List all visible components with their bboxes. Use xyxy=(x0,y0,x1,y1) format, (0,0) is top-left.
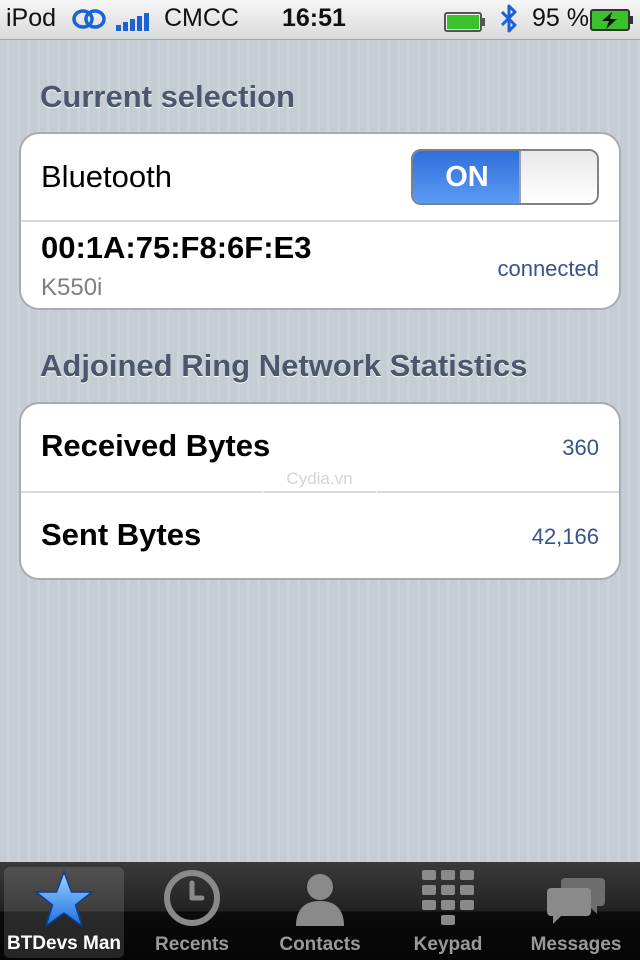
section-header-current-selection: Current selection xyxy=(40,79,295,114)
star-icon xyxy=(32,869,96,934)
tab-messages[interactable]: Messages xyxy=(512,862,640,960)
contact-icon xyxy=(290,868,350,933)
current-selection-group: Bluetooth ON 00:1A:75:F8:6F:E3 K550i con… xyxy=(19,132,621,310)
device-name-label: K550i xyxy=(41,274,103,301)
status-bar: iPod CMCC 16:51 95 % xyxy=(0,0,640,40)
tab-recents[interactable]: Recents xyxy=(128,862,256,960)
toggle-knob[interactable] xyxy=(519,151,597,203)
content-area: Current selection Bluetooth ON 00:1A:75:… xyxy=(0,40,640,862)
toggle-on-label: ON xyxy=(413,151,521,203)
sent-bytes-value: 42,166 xyxy=(531,524,599,549)
clock-time: 16:51 xyxy=(282,4,346,32)
tab-bar: BTDevs Man Recents Contacts Keypad Messa… xyxy=(0,862,640,960)
bluetooth-label: Bluetooth xyxy=(41,159,172,194)
carrier-label: CMCC xyxy=(164,4,239,32)
bluetooth-toggle[interactable]: ON xyxy=(411,149,599,205)
watermark: Cydia.vn xyxy=(262,457,377,501)
messages-icon xyxy=(545,868,607,933)
device-name: iPod xyxy=(6,4,57,32)
clock-icon xyxy=(162,868,222,933)
received-bytes-label: Received Bytes xyxy=(41,428,271,463)
keypad-icon xyxy=(420,868,476,933)
tab-contacts[interactable]: Contacts xyxy=(256,862,384,960)
bluetooth-row: Bluetooth ON xyxy=(21,134,619,220)
device-row[interactable]: 00:1A:75:F8:6F:E3 K550i connected xyxy=(21,220,619,308)
tab-label: Messages xyxy=(530,934,622,955)
bluetooth-icon xyxy=(498,3,520,42)
battery-percent: 95 % xyxy=(532,4,589,32)
connection-status: connected xyxy=(497,256,599,281)
tab-label: BTDevs Man xyxy=(6,933,122,954)
stat-row-sent: Sent Bytes 42,166 xyxy=(21,491,619,578)
section-header-statistics: Adjoined Ring Network Statistics xyxy=(40,348,528,383)
tab-label: Contacts xyxy=(279,934,361,955)
tab-keypad[interactable]: Keypad xyxy=(384,862,512,960)
tab-label: Keypad xyxy=(413,934,483,955)
tab-label: Recents xyxy=(155,934,229,955)
sent-bytes-label: Sent Bytes xyxy=(41,517,202,552)
signal-strength-icon xyxy=(116,11,156,40)
battery-charging-icon xyxy=(590,8,634,39)
battery-icon xyxy=(444,10,486,39)
device-address: 00:1A:75:F8:6F:E3 xyxy=(41,230,312,265)
wifi-icon xyxy=(72,6,106,39)
received-bytes-value: 360 xyxy=(562,435,599,460)
tab-btdevs-man[interactable]: BTDevs Man xyxy=(4,867,124,958)
